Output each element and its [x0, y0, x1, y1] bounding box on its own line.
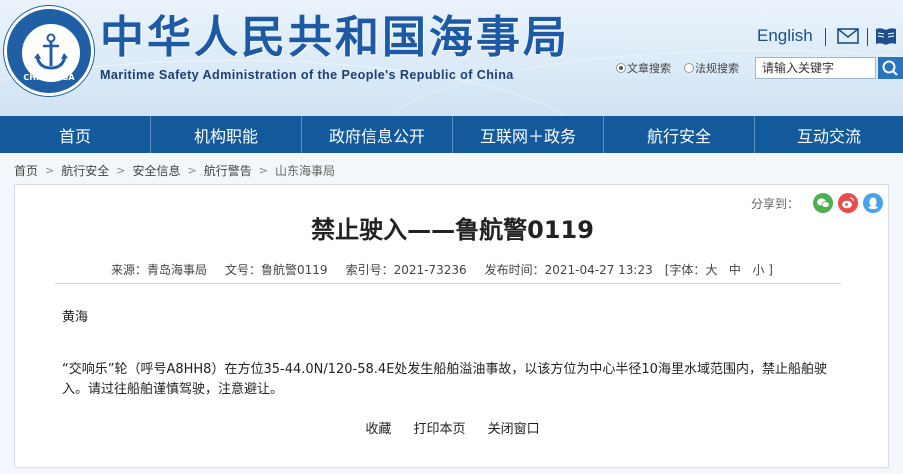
- breadcrumb: 首页 > 航行安全 > 安全信息 > 航行警告 > 山东海事局: [14, 160, 335, 180]
- nav-item-gov-info[interactable]: 政府信息公开: [302, 116, 453, 153]
- breadcrumb-shandong-msa[interactable]: 山东海事局: [275, 162, 335, 179]
- msa-logo[interactable]: CHINA MSA: [4, 6, 94, 96]
- logo-text: CHINA MSA: [23, 73, 75, 82]
- font-size-suffix: ]: [768, 263, 773, 277]
- article-meta: 来源：青岛海事局 文号：鲁航警0119 索引号：2021-73236 发布时间：202…: [111, 261, 773, 278]
- breadcrumb-navigation-safety[interactable]: 航行安全: [61, 162, 109, 179]
- site-title-en: Maritime Safety Administration of the Pe…: [100, 68, 514, 82]
- breadcrumb-safety-info[interactable]: 安全信息: [132, 162, 180, 179]
- site-header: CHINA MSA 中华人民共和国海事局 Maritime Safety Adm…: [0, 0, 903, 116]
- radio-label: 法规搜索: [695, 62, 739, 75]
- site-title-cn[interactable]: 中华人民共和国海事局: [100, 11, 570, 65]
- breadcrumb-separator: >: [45, 163, 55, 177]
- meta-doc-no: 文号：鲁航警0119: [225, 263, 328, 277]
- meta-source: 来源：青岛海事局: [111, 263, 208, 277]
- nav-item-home[interactable]: 首页: [0, 116, 151, 153]
- radio-label: 文章搜索: [627, 62, 671, 75]
- breadcrumb-separator: >: [116, 163, 126, 177]
- favorite-link[interactable]: 收藏: [365, 422, 391, 437]
- book-icon[interactable]: [875, 27, 897, 46]
- breadcrumb-separator: >: [187, 163, 197, 177]
- top-links: English: [743, 24, 903, 52]
- article-body: “交响乐”轮（呼号A8HH8）在方位35-44.0N/120-58.4E处发生船…: [62, 362, 827, 397]
- article-actions: 收藏 打印本页 关闭窗口: [15, 418, 890, 437]
- divider: [825, 28, 826, 46]
- article-panel: 分享到： 禁止驶入——鲁航警0119 来源：青岛海事局 文号：鲁航警0119 索引号…: [14, 184, 889, 468]
- radio-article-search[interactable]: [616, 63, 626, 73]
- nav-item-navigation-safety[interactable]: 航行安全: [604, 116, 755, 153]
- search-icon: [882, 60, 898, 76]
- nav-item-interaction[interactable]: 互动交流: [755, 116, 903, 153]
- nav-item-internet-services[interactable]: 互联网＋政务: [453, 116, 604, 153]
- radio-law-search[interactable]: [684, 63, 694, 73]
- main-nav: 首页 机构职能 政府信息公开 互联网＋政务 航行安全 互动交流: [0, 116, 903, 153]
- font-size-prefix: [字体：: [664, 263, 706, 277]
- breadcrumb-nav-warnings[interactable]: 航行警告: [204, 162, 252, 179]
- meta-published: 发布时间：2021-04-27 13:23: [484, 263, 653, 277]
- print-link[interactable]: 打印本页: [413, 422, 465, 437]
- search-area: 文章搜索 法规搜索: [612, 57, 903, 81]
- search-input[interactable]: [755, 57, 876, 79]
- font-size-large[interactable]: 大: [705, 263, 717, 277]
- breadcrumb-home[interactable]: 首页: [14, 162, 38, 179]
- font-size-control: [字体：大 中 小 ]: [665, 263, 773, 277]
- anchor-icon: [34, 33, 68, 70]
- divider: [55, 283, 841, 284]
- font-size-medium[interactable]: 中: [729, 263, 741, 277]
- nav-item-functions[interactable]: 机构职能: [151, 116, 302, 153]
- mail-icon[interactable]: [837, 28, 859, 44]
- font-size-small[interactable]: 小: [752, 263, 764, 277]
- article-region: 黄海: [62, 310, 89, 325]
- english-link[interactable]: English: [757, 26, 813, 46]
- search-button[interactable]: [878, 57, 903, 79]
- close-window-link[interactable]: 关闭窗口: [488, 422, 540, 437]
- meta-index-no: 索引号：2021-73236: [345, 263, 467, 277]
- divider: [867, 28, 868, 46]
- breadcrumb-separator: >: [258, 163, 268, 177]
- article-title: 禁止驶入——鲁航警0119: [311, 216, 594, 244]
